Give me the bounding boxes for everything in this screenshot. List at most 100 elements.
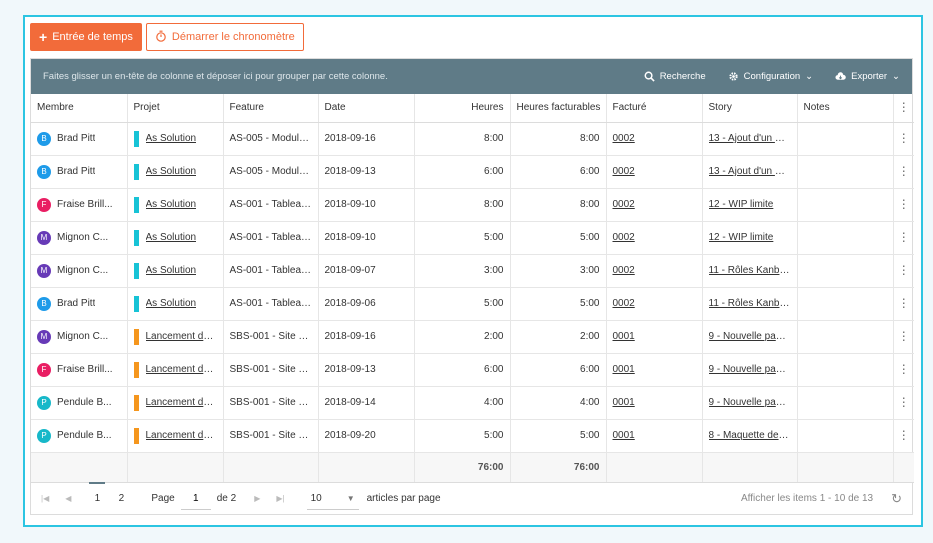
row-menu-button[interactable]: ⋮ bbox=[893, 386, 914, 420]
date-cell: 2018-09-16 bbox=[318, 320, 415, 354]
billable-hours-cell: 2:00 bbox=[510, 320, 607, 354]
table-row[interactable]: M Mignon C... Lancement de... SBS-001 - Sit… bbox=[31, 320, 914, 354]
configuration-button[interactable]: Configuration ⌄ bbox=[728, 71, 813, 82]
column-header-billable-hours[interactable]: Heures facturables bbox=[510, 94, 607, 123]
column-header-hours[interactable]: Heures bbox=[414, 94, 511, 123]
invoice-link[interactable]: 0001 bbox=[613, 331, 635, 342]
table-row[interactable]: B Brad Pitt As Solution AS-005 - Module... 2… bbox=[31, 122, 914, 156]
hours-cell: 8:00 bbox=[414, 188, 511, 222]
row-menu-button[interactable]: ⋮ bbox=[893, 221, 914, 255]
invoice-link[interactable]: 0002 bbox=[613, 166, 635, 177]
page-2-button[interactable]: 2 bbox=[111, 483, 131, 515]
project-link[interactable]: As Solution bbox=[146, 199, 197, 210]
story-link[interactable]: 9 - Nouvelle page... bbox=[709, 397, 791, 408]
column-header-feature[interactable]: Feature bbox=[223, 94, 319, 123]
export-button[interactable]: Exporter ⌄ bbox=[835, 71, 900, 82]
page-1-button[interactable]: 1 bbox=[87, 481, 107, 515]
row-menu-button[interactable]: ⋮ bbox=[893, 419, 914, 453]
column-menu-button[interactable]: ⋮ bbox=[893, 94, 914, 123]
total-billable-hours: 76:00 bbox=[510, 452, 607, 483]
invoice-link[interactable]: 0002 bbox=[613, 133, 635, 144]
story-cell: 9 - Nouvelle page... bbox=[702, 353, 798, 387]
page-size-select[interactable]: 10 ▼ bbox=[306, 488, 359, 510]
project-link[interactable]: Lancement de... bbox=[146, 397, 217, 408]
column-header-invoiced[interactable]: Facturé bbox=[606, 94, 703, 123]
story-link[interactable]: 13 - Ajout d'un m... bbox=[709, 133, 791, 144]
column-header-date[interactable]: Date bbox=[318, 94, 415, 123]
story-link[interactable]: 13 - Ajout d'un m... bbox=[709, 166, 791, 177]
project-link[interactable]: As Solution bbox=[146, 265, 197, 276]
hours-cell: 2:00 bbox=[414, 320, 511, 354]
member-name: Mignon C... bbox=[57, 331, 109, 342]
first-page-icon[interactable]: |◀ bbox=[41, 494, 49, 503]
table-row[interactable]: B Brad Pitt As Solution AS-001 - Tableau...… bbox=[31, 287, 914, 321]
page-of-label: de 2 bbox=[216, 493, 237, 504]
prev-page-icon[interactable]: ◀ bbox=[65, 494, 71, 503]
next-page-icon[interactable]: ▶ bbox=[254, 494, 260, 503]
project-cell: As Solution bbox=[127, 221, 224, 255]
story-link[interactable]: 9 - Nouvelle page... bbox=[709, 331, 791, 342]
row-menu-button[interactable]: ⋮ bbox=[893, 287, 914, 321]
story-link[interactable]: 12 - WIP limite bbox=[709, 199, 791, 210]
table-row[interactable]: M Mignon C... As Solution AS-001 - Tableau.… bbox=[31, 254, 914, 288]
row-menu-button[interactable]: ⋮ bbox=[893, 122, 914, 156]
table-row[interactable]: F Fraise Brill... As Solution AS-001 - Tabl… bbox=[31, 188, 914, 222]
story-link[interactable]: 11 - Rôles Kanban bbox=[709, 265, 791, 276]
story-cell: 12 - WIP limite bbox=[702, 188, 798, 222]
project-link[interactable]: As Solution bbox=[146, 232, 197, 243]
project-cell: Lancement de... bbox=[127, 353, 224, 387]
notes-cell bbox=[797, 287, 894, 321]
story-link[interactable]: 11 - Rôles Kanban bbox=[709, 298, 791, 309]
invoice-link[interactable]: 0001 bbox=[613, 397, 635, 408]
start-stopwatch-button[interactable]: Démarrer le chronomètre bbox=[145, 23, 304, 51]
toolbar: + Entrée de temps Démarrer le chronomètr… bbox=[30, 23, 304, 51]
refresh-icon[interactable]: ↻ bbox=[891, 491, 902, 507]
row-menu-button[interactable]: ⋮ bbox=[893, 353, 914, 387]
billable-hours-cell: 6:00 bbox=[510, 155, 607, 189]
date-cell: 2018-09-06 bbox=[318, 287, 415, 321]
project-color-bar bbox=[133, 295, 139, 312]
story-link[interactable]: 8 - Maquette de l... bbox=[709, 430, 791, 441]
story-link[interactable]: 9 - Nouvelle page... bbox=[709, 364, 791, 375]
table-row[interactable]: P Pendule B... Lancement de... SBS-001 - Si… bbox=[31, 386, 914, 420]
row-menu-button[interactable]: ⋮ bbox=[893, 320, 914, 354]
feature-cell: AS-005 - Module... bbox=[223, 122, 319, 156]
story-link[interactable]: 12 - WIP limite bbox=[709, 232, 791, 243]
project-link[interactable]: Lancement de... bbox=[146, 364, 217, 375]
invoice-link[interactable]: 0002 bbox=[613, 199, 635, 210]
column-header-notes[interactable]: Notes bbox=[797, 94, 894, 123]
member-name: Pendule B... bbox=[57, 397, 112, 408]
row-menu-button[interactable]: ⋮ bbox=[893, 254, 914, 288]
table-row[interactable]: M Mignon C... As Solution AS-001 - Tableau.… bbox=[31, 221, 914, 255]
table-row[interactable]: B Brad Pitt As Solution AS-005 - Module... 2… bbox=[31, 155, 914, 189]
table-row[interactable]: P Pendule B... Lancement de... SBS-001 - Si… bbox=[31, 419, 914, 453]
page-number-input[interactable] bbox=[180, 487, 211, 510]
column-header-project[interactable]: Projet bbox=[127, 94, 224, 123]
invoice-link[interactable]: 0002 bbox=[613, 232, 635, 243]
billable-hours-cell: 5:00 bbox=[510, 419, 607, 453]
time-entry-button[interactable]: + Entrée de temps bbox=[30, 23, 142, 51]
invoice-link[interactable]: 0001 bbox=[613, 364, 635, 375]
project-link[interactable]: As Solution bbox=[146, 133, 197, 144]
group-by-bar[interactable]: Faites glisser un en-tête de colonne et … bbox=[31, 59, 912, 94]
last-page-icon[interactable]: ▶| bbox=[276, 494, 284, 503]
row-menu-button[interactable]: ⋮ bbox=[893, 155, 914, 189]
avatar: F bbox=[37, 197, 51, 212]
project-link[interactable]: As Solution bbox=[146, 166, 197, 177]
hours-cell: 6:00 bbox=[414, 353, 511, 387]
row-menu-button[interactable]: ⋮ bbox=[893, 188, 914, 222]
date-cell: 2018-09-13 bbox=[318, 155, 415, 189]
column-header-member[interactable]: Membre bbox=[31, 94, 128, 123]
project-link[interactable]: As Solution bbox=[146, 298, 197, 309]
invoice-link[interactable]: 0001 bbox=[613, 430, 635, 441]
search-button[interactable]: Recherche bbox=[644, 71, 706, 82]
member-cell: P Pendule B... bbox=[31, 386, 128, 420]
project-link[interactable]: Lancement de... bbox=[146, 331, 217, 342]
totals-empty bbox=[702, 452, 798, 483]
invoice-link[interactable]: 0002 bbox=[613, 265, 635, 276]
group-hint: Faites glisser un en-tête de colonne et … bbox=[43, 71, 388, 82]
project-link[interactable]: Lancement de... bbox=[146, 430, 217, 441]
invoice-link[interactable]: 0002 bbox=[613, 298, 635, 309]
column-header-story[interactable]: Story bbox=[702, 94, 798, 123]
table-row[interactable]: F Fraise Brill... Lancement de... SBS-001 -… bbox=[31, 353, 914, 387]
